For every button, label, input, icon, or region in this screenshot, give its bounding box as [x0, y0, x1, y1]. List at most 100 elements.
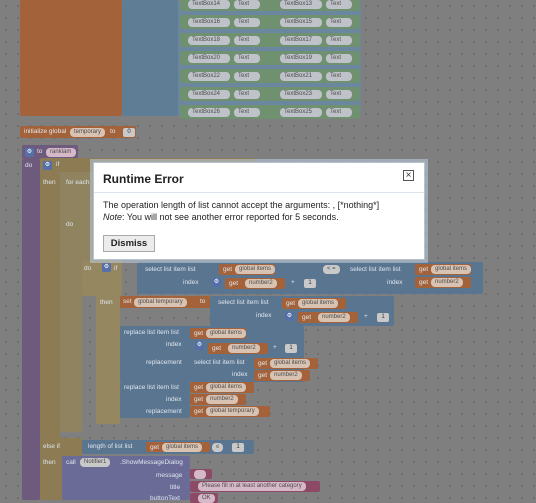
- textbox-component[interactable]: TextBox14: [188, 0, 230, 9]
- temporary-var[interactable]: global temporary: [206, 407, 259, 416]
- textbox-component[interactable]: TextBox22: [188, 71, 230, 81]
- textbox-component[interactable]: TextBox26: [188, 107, 230, 117]
- get-number2-block[interactable]: get number2: [225, 278, 285, 289]
- gear-icon[interactable]: ⚙: [195, 341, 204, 350]
- number2-var[interactable]: number2: [270, 371, 302, 380]
- textbox-component[interactable]: TextBox25: [280, 107, 322, 117]
- textbox-component[interactable]: TextBox21: [280, 71, 322, 81]
- textbox-component[interactable]: TextBox23: [280, 89, 322, 99]
- list-block-top[interactable]: [122, 0, 178, 116]
- gear-icon[interactable]: ⚙: [285, 312, 294, 321]
- get-items-block-2[interactable]: get global items: [415, 264, 472, 275]
- number2-var[interactable]: number2: [318, 313, 350, 322]
- items-var[interactable]: global items: [235, 265, 276, 274]
- one-value[interactable]: 1: [304, 279, 316, 288]
- procedure-definition[interactable]: ⚙ to ranklam: [22, 145, 78, 159]
- get-items-block[interactable]: get global items: [219, 264, 276, 275]
- number2-var[interactable]: number2: [228, 344, 260, 353]
- textbox-component[interactable]: TextBox19: [280, 53, 322, 63]
- text-property[interactable]: Text: [326, 0, 352, 9]
- textbox-component[interactable]: TextBox17: [280, 35, 322, 45]
- else-if-block[interactable]: else if: [40, 438, 82, 456]
- textbox-component[interactable]: TextBox20: [188, 53, 230, 63]
- items-var[interactable]: global items: [206, 383, 247, 392]
- get-number2-block-4[interactable]: get number2: [208, 343, 268, 354]
- compare-block[interactable]: select list item list get global items i…: [137, 262, 483, 294]
- proc-name[interactable]: ranklam: [46, 147, 76, 157]
- text-property[interactable]: Text: [234, 0, 260, 9]
- get-items-block-7[interactable]: get global items: [146, 442, 210, 452]
- get-items-block-5[interactable]: get global items: [254, 358, 318, 369]
- textbox-row[interactable]: TextBox18 Text TextBox17 Text: [180, 33, 360, 47]
- textbox-component[interactable]: TextBox16: [188, 17, 230, 27]
- textbox-row[interactable]: TextBox24 Text TextBox23 Text: [180, 87, 360, 101]
- rep-one[interactable]: 1: [285, 344, 297, 353]
- textbox-row[interactable]: TextBox22 Text TextBox21 Text: [180, 69, 360, 83]
- get-number2-block-5[interactable]: get number2: [254, 370, 310, 381]
- set-select-block[interactable]: select list item list get global items i…: [210, 296, 394, 326]
- gear-icon[interactable]: ⚙: [25, 147, 34, 157]
- get-items-block-3[interactable]: get global items: [282, 298, 346, 309]
- text-property[interactable]: Text: [234, 107, 260, 117]
- number2-var[interactable]: number2: [206, 395, 238, 404]
- notifier-component[interactable]: Notifier1: [80, 458, 111, 467]
- textbox-row[interactable]: TextBox26 Text TextBox25 Text: [180, 105, 360, 119]
- close-icon[interactable]: ×: [403, 170, 414, 181]
- items-var[interactable]: global items: [298, 299, 339, 308]
- textbox-component[interactable]: TextBox24: [188, 89, 230, 99]
- text-property[interactable]: Text: [234, 17, 260, 27]
- get-number2-block-6[interactable]: get number2: [190, 394, 246, 405]
- replace-block-2[interactable]: replace list item list index replacement: [120, 382, 190, 418]
- text-property[interactable]: Text: [326, 35, 352, 45]
- gear-icon[interactable]: ⚙: [102, 263, 111, 272]
- textbox-component[interactable]: TextBox15: [280, 17, 322, 27]
- text-property[interactable]: Text: [234, 35, 260, 45]
- get-number2-block-3[interactable]: get number2: [298, 312, 358, 323]
- items-var[interactable]: global items: [431, 265, 472, 274]
- textbox-row[interactable]: TextBox16 Text TextBox15 Text: [180, 15, 360, 29]
- textbox-row[interactable]: TextBox14 Text TextBox13 Text: [180, 0, 360, 11]
- text-property[interactable]: Text: [326, 89, 352, 99]
- button-text[interactable]: OK: [198, 493, 215, 503]
- set-one[interactable]: 1: [377, 313, 389, 322]
- get-temporary-block[interactable]: get global temporary: [190, 406, 270, 417]
- number2-var[interactable]: number2: [431, 278, 463, 287]
- get-number2-block-2[interactable]: get number2: [415, 277, 471, 288]
- init-var-name[interactable]: temporary: [70, 127, 106, 137]
- message-text[interactable]: [194, 469, 206, 479]
- inner-if-block[interactable]: do ⚙ if: [82, 260, 122, 296]
- textbox-component[interactable]: TextBox18: [188, 35, 230, 45]
- le-op[interactable]: ≤: [212, 442, 224, 452]
- number2-var[interactable]: number2: [245, 279, 277, 288]
- title-text[interactable]: Please fill in at least another category: [198, 482, 306, 491]
- textbox-row[interactable]: TextBox20 Text TextBox19 Text: [180, 51, 360, 65]
- procedure-block-top[interactable]: [20, 0, 122, 116]
- text-property[interactable]: Text: [234, 53, 260, 63]
- text-property[interactable]: Text: [326, 17, 352, 27]
- text-property[interactable]: Text: [326, 53, 352, 63]
- text-property[interactable]: Text: [326, 71, 352, 81]
- dismiss-button[interactable]: Dismiss: [103, 235, 155, 252]
- compare-op[interactable]: < =: [323, 265, 340, 274]
- text-property[interactable]: Text: [234, 89, 260, 99]
- get-items-block-4[interactable]: get global items: [190, 328, 247, 339]
- title-text-block[interactable]: Please fill in at least another category: [190, 481, 320, 492]
- length-of-list-block[interactable]: length of list list get global items ≤ 1: [82, 440, 254, 454]
- items-var[interactable]: global items: [206, 329, 247, 338]
- button-text-block[interactable]: OK: [190, 493, 218, 503]
- message-text-block[interactable]: [190, 469, 212, 479]
- gear-icon[interactable]: ⚙: [43, 160, 52, 170]
- init-value[interactable]: 0: [123, 127, 135, 137]
- le-one[interactable]: 1: [232, 442, 244, 452]
- set-var[interactable]: global temporary: [134, 297, 187, 307]
- items-var[interactable]: global items: [162, 442, 203, 452]
- get-items-block-6[interactable]: get global items: [190, 382, 254, 393]
- items-var[interactable]: global items: [270, 359, 311, 368]
- gear-icon[interactable]: ⚙: [212, 278, 221, 287]
- text-property[interactable]: Text: [326, 107, 352, 117]
- text-property[interactable]: Text: [234, 71, 260, 81]
- textbox-component[interactable]: TextBox13: [280, 0, 322, 9]
- initialize-global-block[interactable]: initialize global temporary to 0: [20, 126, 136, 138]
- set-block[interactable]: set global temporary to: [120, 296, 210, 308]
- call-notifier-block[interactable]: call Notifier1 .ShowMessageDialog messag…: [62, 456, 190, 502]
